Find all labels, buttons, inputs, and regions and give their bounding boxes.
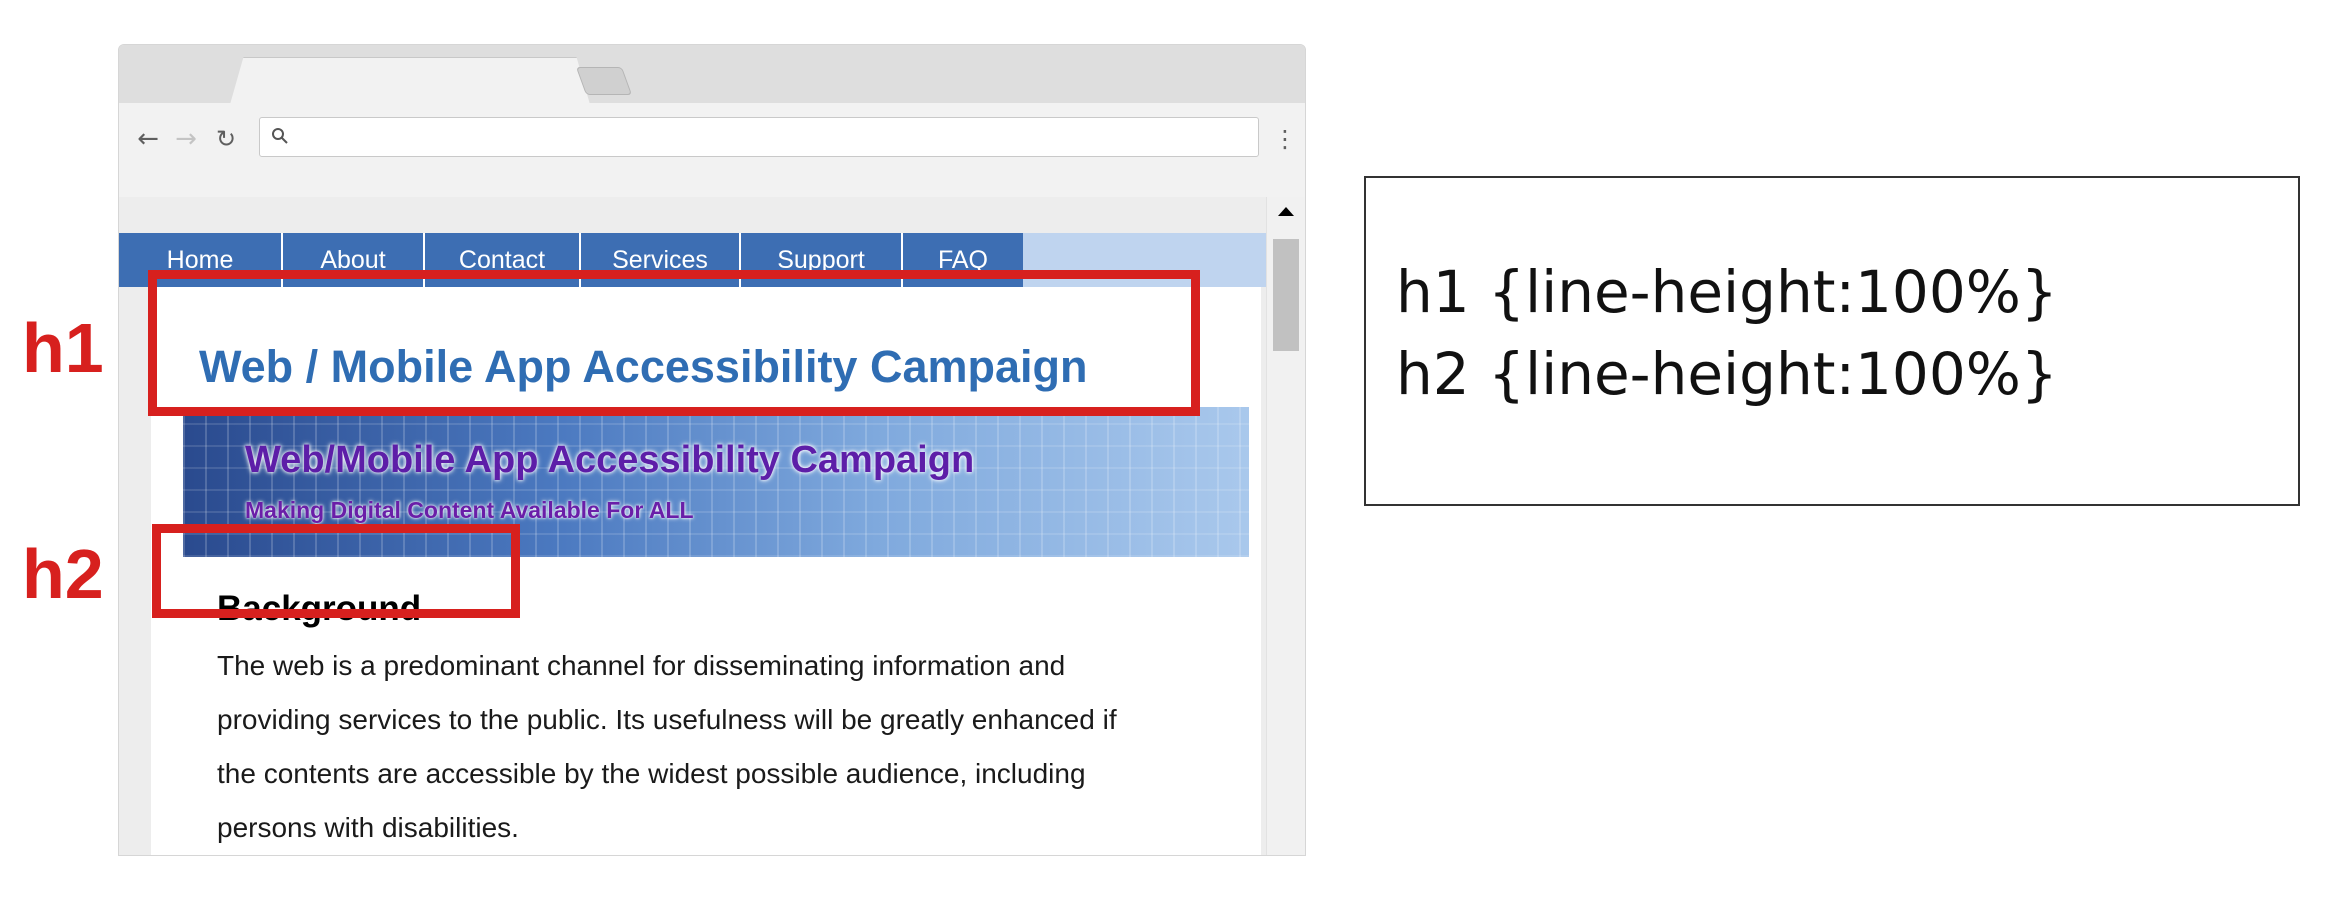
- address-bar[interactable]: [259, 117, 1259, 157]
- h2-highlight-box: [152, 524, 520, 618]
- css-rule-h1: h1 {line-height:100%}: [1396, 258, 2058, 326]
- h1-annotation-label: h1: [22, 309, 104, 387]
- h2-annotation-label: h2: [22, 535, 104, 613]
- paragraph-line: providing services to the public. Its us…: [217, 704, 1117, 735]
- css-rule-h2: h2 {line-height:100%}: [1396, 340, 2058, 408]
- browser-tab[interactable]: [229, 57, 591, 108]
- background-paragraph: The web is a predominant channel for dis…: [217, 639, 1237, 855]
- forward-arrow-icon[interactable]: →: [169, 121, 203, 157]
- css-code-panel: h1 {line-height:100%} h2 {line-height:10…: [1364, 176, 2300, 506]
- banner-subtitle: Making Digital Content Available For ALL: [245, 497, 694, 523]
- vertical-scrollbar[interactable]: [1266, 197, 1305, 855]
- paragraph-line: The web is a predominant channel for dis…: [217, 650, 1066, 681]
- menu-dots-icon[interactable]: ⋮: [1273, 121, 1297, 157]
- scroll-up-arrow-icon[interactable]: [1278, 207, 1294, 216]
- banner-title: Web/Mobile App Accessibility Campaign: [245, 439, 975, 481]
- tab-strip: [119, 45, 1305, 108]
- back-arrow-icon[interactable]: ←: [131, 121, 165, 157]
- browser-window: ← → ↻ ⋮ Home About Contact Services Supp…: [118, 44, 1306, 856]
- search-icon: [272, 128, 288, 144]
- paragraph-line: the contents are accessible by the wides…: [217, 758, 1086, 789]
- h1-highlight-box: [148, 270, 1200, 416]
- paragraph-line: persons with disabilities.: [217, 812, 519, 843]
- scroll-thumb[interactable]: [1273, 239, 1299, 351]
- reload-icon[interactable]: ↻: [209, 121, 243, 157]
- new-tab-button[interactable]: [575, 67, 633, 95]
- browser-toolbar: ← → ↻ ⋮: [119, 103, 1305, 198]
